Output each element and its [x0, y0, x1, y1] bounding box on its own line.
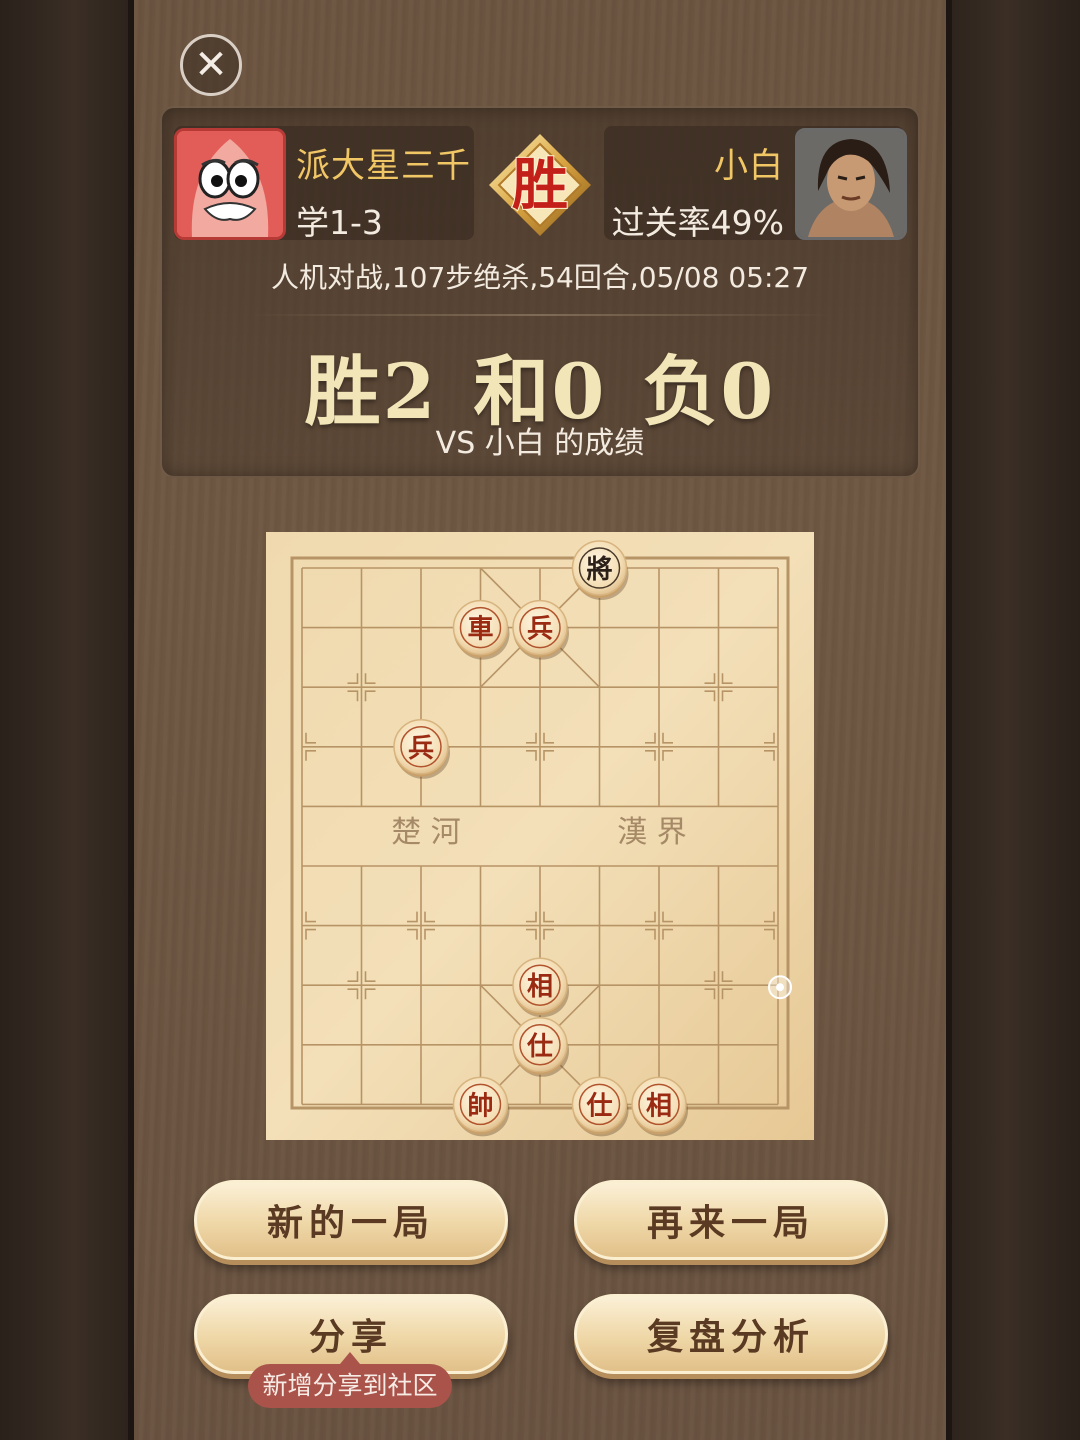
chess-piece-label: 車 [467, 615, 493, 645]
chess-board-svg[interactable]: 楚 河 漢 界 將車 兵兵相仕帥仕相 [266, 532, 814, 1140]
score-subtitle: VS 小白 的成绩 [435, 426, 645, 461]
chess-piece-label: 相 [527, 972, 553, 1002]
win-badge: 胜 [485, 130, 595, 240]
river-text-left: 楚 河 [391, 815, 461, 850]
game-info: 人机对战,107步绝杀,54回合,05/08 05:27 [270, 261, 810, 294]
chess-piece-label: 兵 [408, 734, 434, 764]
player-left-level: 学1-3 [296, 203, 383, 242]
river-text-right: 漢 界 [617, 815, 687, 850]
warrior-avatar-icon [798, 131, 904, 237]
player-right-clear-rate: 过关率49% [611, 203, 784, 242]
chess-piece-label: 仕 [585, 1091, 612, 1121]
chess-piece-label: 將 [586, 555, 612, 585]
chess-piece-label: 相 [646, 1091, 672, 1121]
chess-board[interactable]: 楚 河 漢 界 將車兵兵相仕帥仕相 [266, 532, 814, 1140]
review-analysis-button[interactable]: 复盘分析 [574, 1294, 888, 1374]
chess-piece-label: 仕 [526, 1032, 553, 1062]
win-diamond-icon: 胜 [489, 134, 591, 236]
player-right-avatar[interactable] [795, 128, 907, 240]
chess-piece-label: 兵 [527, 615, 553, 645]
patrick-star-avatar-icon [177, 131, 283, 237]
player-left-name: 派大星三千 [296, 146, 471, 186]
share-tooltip: 新增分享到社区 [248, 1352, 452, 1408]
player-right-name: 小白 [714, 146, 784, 186]
player-left-avatar[interactable] [174, 128, 286, 240]
win-badge-text: 胜 [512, 152, 568, 218]
new-game-button[interactable]: 新的一局 [194, 1180, 508, 1260]
left-wood-frame [0, 0, 134, 1440]
right-wood-frame [946, 0, 1080, 1440]
close-button[interactable]: ✕ [180, 34, 242, 96]
chess-piece-label: 帥 [467, 1091, 493, 1121]
divider [250, 314, 830, 316]
rematch-button[interactable]: 再来一局 [574, 1180, 888, 1260]
last-move-marker-dot [776, 983, 784, 992]
close-icon: ✕ [194, 42, 228, 88]
